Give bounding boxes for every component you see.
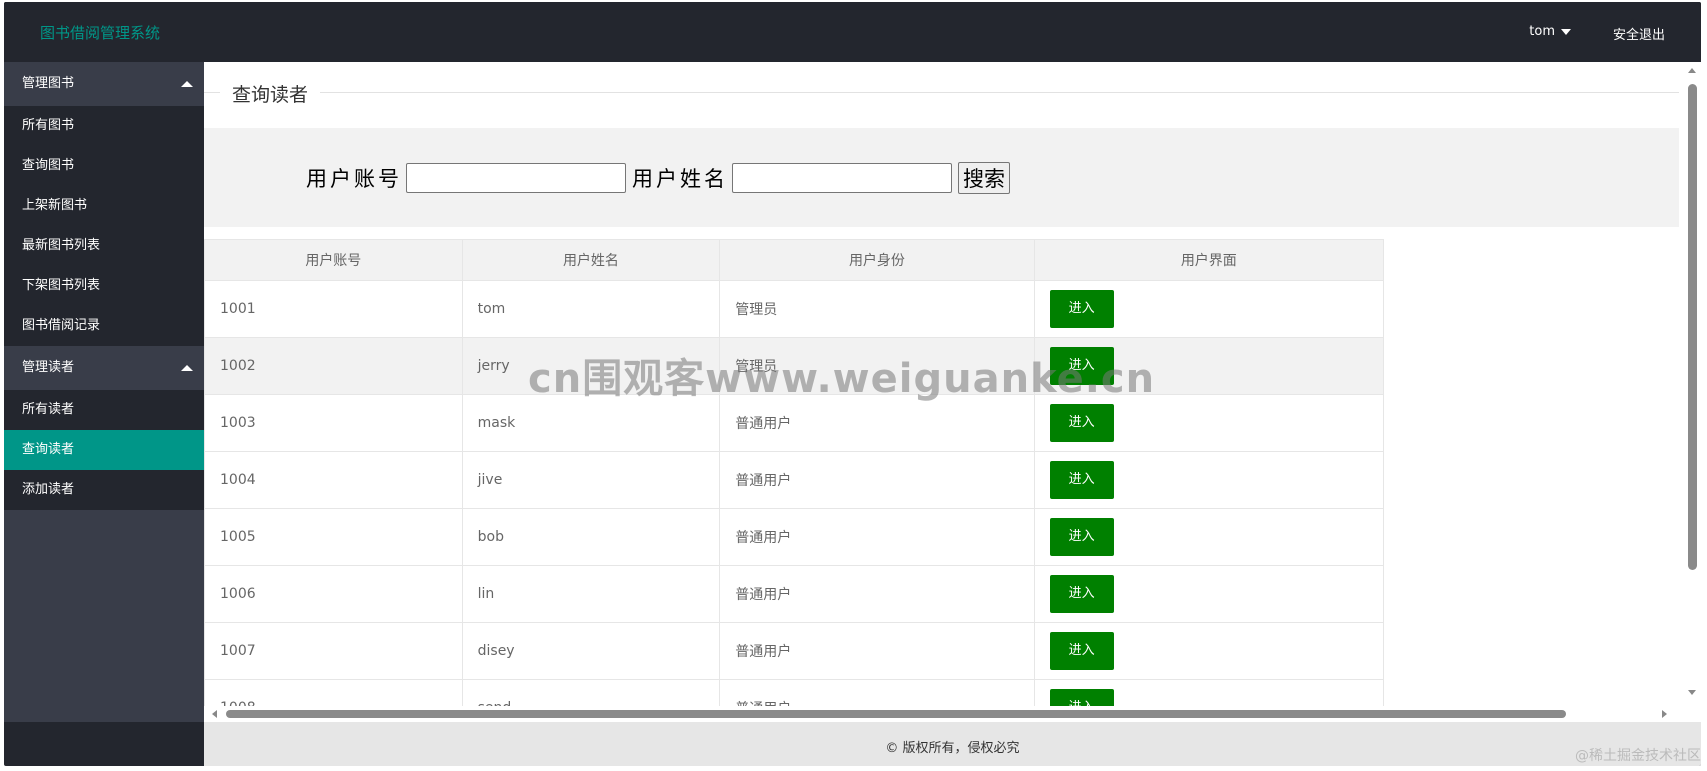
nav-group-title: 管理读者 xyxy=(22,360,75,375)
cell-account: 1002 xyxy=(204,337,463,395)
sidebar-item-removed-books[interactable]: 下架图书列表 xyxy=(4,266,204,306)
nav-group-manage-books[interactable]: 管理图书 xyxy=(4,62,204,106)
search-button[interactable]: 搜索 xyxy=(958,162,1010,194)
cell-role: 普通用户 xyxy=(719,508,1035,566)
app-logo[interactable]: 图书借阅管理系统 xyxy=(40,22,160,43)
column-header: 用户界面 xyxy=(1033,239,1385,281)
sidebar-item-all-readers[interactable]: 所有读者 xyxy=(4,390,204,430)
cell-role: 管理员 xyxy=(719,337,1035,395)
header: 图书借阅管理系统 tom 安全退出 xyxy=(4,2,1701,62)
enter-button[interactable]: 进入 xyxy=(1049,404,1114,442)
cell-account: 1006 xyxy=(204,565,463,623)
enter-button[interactable]: 进入 xyxy=(1049,461,1114,499)
cell-role: 普通用户 xyxy=(719,451,1035,509)
nav-group-title: 管理图书 xyxy=(22,76,75,91)
corner-watermark: @稀土掘金技术社区 xyxy=(1575,748,1701,764)
cell-account: 1007 xyxy=(204,622,463,680)
cell-name: mask xyxy=(461,394,721,452)
column-header: 用户账号 xyxy=(204,239,463,281)
vertical-scrollbar[interactable] xyxy=(1679,62,1701,722)
cell-name: disey xyxy=(461,622,721,680)
app-window: 图书借阅管理系统 tom 安全退出 管理图书 所有图书 查询图书 上架新图书 最… xyxy=(4,2,1701,766)
table-row: 1007 disey 普通用户 进入 xyxy=(204,622,1385,680)
nav-children-books: 所有图书 查询图书 上架新图书 最新图书列表 下架图书列表 图书借阅记录 xyxy=(4,106,204,346)
caret-up-icon xyxy=(181,81,193,87)
sidebar-item-all-books[interactable]: 所有图书 xyxy=(4,106,204,146)
sidebar-item-add-book[interactable]: 上架新图书 xyxy=(4,186,204,226)
cell-action: 进入 xyxy=(1033,565,1385,623)
copyright-text: © 版权所有，侵权必究 xyxy=(885,741,1020,756)
search-form: 用户账号 用户姓名 搜索 xyxy=(306,162,1010,194)
table-row: 1005 bob 普通用户 进入 xyxy=(204,508,1385,566)
horizontal-scroll-thumb[interactable] xyxy=(226,710,1566,718)
cell-action: 进入 xyxy=(1033,394,1385,452)
sidebar-item-borrow-records[interactable]: 图书借阅记录 xyxy=(4,306,204,346)
page-title: 查询读者 xyxy=(220,80,321,107)
cell-name: jive xyxy=(461,451,721,509)
legend-line xyxy=(204,92,1679,93)
table-row: 1004 jive 普通用户 进入 xyxy=(204,451,1385,509)
name-label: 用户姓名 xyxy=(632,167,728,191)
caret-down-icon xyxy=(1561,28,1571,35)
sidebar: 管理图书 所有图书 查询图书 上架新图书 最新图书列表 下架图书列表 图书借阅记… xyxy=(4,62,204,722)
cell-role: 普通用户 xyxy=(719,622,1035,680)
cell-role: 管理员 xyxy=(719,280,1035,338)
cell-role: 普通用户 xyxy=(719,565,1035,623)
cell-name: bob xyxy=(461,508,721,566)
cell-action: 进入 xyxy=(1033,280,1385,338)
account-input[interactable] xyxy=(406,163,626,193)
nav-group-manage-readers[interactable]: 管理读者 xyxy=(4,346,204,390)
user-name: tom xyxy=(1529,24,1555,39)
cell-role: 普通用户 xyxy=(719,394,1035,452)
enter-button[interactable]: 进入 xyxy=(1049,347,1114,385)
sidebar-item-search-books[interactable]: 查询图书 xyxy=(4,146,204,186)
main-content: 查询读者 用户账号 用户姓名 搜索 用户账号 用户姓名 用户身份 用户界面 10… xyxy=(204,62,1701,722)
scroll-left-arrow-icon[interactable] xyxy=(212,710,217,718)
readers-table: 用户账号 用户姓名 用户身份 用户界面 1001 tom 管理员 进入 1002… xyxy=(204,239,1385,722)
cell-name: lin xyxy=(461,565,721,623)
table-row: 1001 tom 管理员 进入 xyxy=(204,280,1385,338)
sidebar-item-latest-books[interactable]: 最新图书列表 xyxy=(4,226,204,266)
cell-account: 1004 xyxy=(204,451,463,509)
column-header: 用户身份 xyxy=(719,239,1035,281)
account-label: 用户账号 xyxy=(306,167,402,191)
search-panel: 用户账号 用户姓名 搜索 xyxy=(204,128,1679,227)
cell-account: 1003 xyxy=(204,394,463,452)
horizontal-scrollbar[interactable] xyxy=(204,706,1679,722)
logout-link[interactable]: 安全退出 xyxy=(1613,24,1665,43)
nav-children-readers: 所有读者 查询读者 添加读者 xyxy=(4,390,204,510)
cell-name: jerry xyxy=(461,337,721,395)
cell-account: 1001 xyxy=(204,280,463,338)
cell-action: 进入 xyxy=(1033,622,1385,680)
cell-account: 1005 xyxy=(204,508,463,566)
sidebar-item-search-readers[interactable]: 查询读者 xyxy=(4,430,204,470)
cell-action: 进入 xyxy=(1033,337,1385,395)
enter-button[interactable]: 进入 xyxy=(1049,290,1114,328)
enter-button[interactable]: 进入 xyxy=(1049,518,1114,556)
cell-action: 进入 xyxy=(1033,508,1385,566)
cell-action: 进入 xyxy=(1033,451,1385,509)
footer: © 版权所有，侵权必究 xyxy=(204,722,1701,766)
table-row: 1006 lin 普通用户 进入 xyxy=(204,565,1385,623)
column-header: 用户姓名 xyxy=(461,239,721,281)
caret-up-icon xyxy=(181,365,193,371)
scroll-up-arrow-icon[interactable] xyxy=(1688,68,1696,73)
table-row: 1003 mask 普通用户 进入 xyxy=(204,394,1385,452)
table-row: 1002 jerry 管理员 进入 xyxy=(204,337,1385,395)
scroll-right-arrow-icon[interactable] xyxy=(1662,710,1667,718)
enter-button[interactable]: 进入 xyxy=(1049,575,1114,613)
name-input[interactable] xyxy=(732,163,952,193)
vertical-scroll-thumb[interactable] xyxy=(1688,84,1697,570)
table-header-row: 用户账号 用户姓名 用户身份 用户界面 xyxy=(204,239,1385,281)
enter-button[interactable]: 进入 xyxy=(1049,632,1114,670)
sidebar-item-add-reader[interactable]: 添加读者 xyxy=(4,470,204,510)
cell-name: tom xyxy=(461,280,721,338)
scroll-down-arrow-icon[interactable] xyxy=(1688,690,1696,695)
user-menu[interactable]: tom xyxy=(1529,24,1571,39)
